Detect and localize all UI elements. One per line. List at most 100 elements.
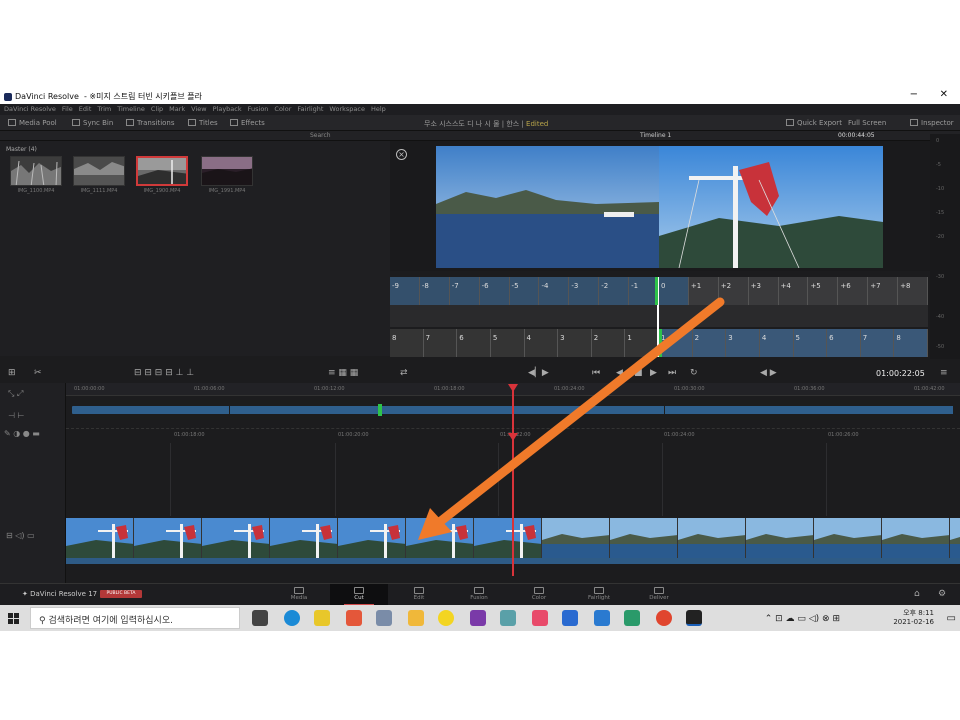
beta-badge: PUBLIC BETA bbox=[100, 590, 142, 598]
file-explorer-icon[interactable] bbox=[408, 610, 424, 626]
search-field[interactable]: Search bbox=[310, 132, 331, 139]
app-icon[interactable] bbox=[532, 610, 548, 626]
page-deliver-tab[interactable]: Deliver bbox=[630, 584, 688, 606]
overview-clip[interactable] bbox=[665, 406, 954, 414]
menu-fusion[interactable]: Fusion bbox=[248, 105, 269, 114]
minimize-button[interactable]: − bbox=[910, 89, 918, 100]
page-fairlight-tab[interactable]: Fairlight bbox=[570, 584, 628, 606]
page-fusion-tab[interactable]: Fusion bbox=[450, 584, 508, 606]
source-tape-cell: -5 bbox=[509, 277, 540, 305]
edit-tools-icon[interactable]: ⊟ ⊟ ⊟ ⊟ ⊥ ⊥ bbox=[134, 368, 194, 378]
timeline-selector[interactable]: Timeline 1 bbox=[640, 132, 671, 139]
page-color-tab[interactable]: Color bbox=[510, 584, 568, 606]
transitions-button[interactable]: Transitions bbox=[126, 119, 175, 127]
inspector-button[interactable]: Inspector bbox=[910, 119, 954, 127]
export-icon bbox=[786, 119, 794, 126]
clip-thumbnail[interactable] bbox=[201, 156, 253, 186]
effects-button[interactable]: Effects bbox=[230, 119, 265, 127]
menu-color[interactable]: Color bbox=[274, 105, 291, 114]
track-tools-icon[interactable]: ⤡ ⤢ bbox=[8, 389, 23, 399]
loop-icon[interactable]: ↻ bbox=[690, 368, 698, 378]
sticky-notes-icon[interactable] bbox=[314, 610, 330, 626]
meter-label: -30 bbox=[936, 274, 945, 280]
page-media-tab[interactable]: Media bbox=[270, 584, 328, 606]
play-icon[interactable]: ▶ bbox=[650, 368, 657, 378]
app-icon[interactable] bbox=[562, 610, 578, 626]
menu-edit[interactable]: Edit bbox=[79, 105, 92, 114]
calendar-icon[interactable] bbox=[594, 610, 610, 626]
in-marker bbox=[655, 277, 658, 305]
task-view-icon[interactable] bbox=[252, 610, 268, 626]
stop-icon[interactable]: ■ bbox=[634, 368, 643, 378]
page-edit-tab[interactable]: Edit bbox=[390, 584, 448, 606]
overview-clip[interactable] bbox=[72, 406, 230, 414]
master-bin-label[interactable]: Master (4) bbox=[6, 146, 37, 153]
track-insert-icon[interactable]: ⊣ ⊢ bbox=[8, 411, 24, 420]
titles-button[interactable]: Titles bbox=[188, 119, 218, 127]
snap-icon[interactable]: ⊞ bbox=[8, 368, 16, 378]
menu-view[interactable]: View bbox=[191, 105, 206, 114]
timeline-playhead[interactable] bbox=[512, 386, 514, 576]
grid-line bbox=[662, 443, 663, 516]
track-frame-thumbnail bbox=[610, 518, 678, 558]
close-icon[interactable]: × bbox=[396, 149, 407, 160]
app-icon[interactable] bbox=[346, 610, 362, 626]
media-pool-icon bbox=[8, 119, 16, 126]
media-pool-button[interactable]: Media Pool bbox=[8, 119, 57, 127]
clip-thumbnail-selected[interactable] bbox=[136, 156, 188, 186]
sync-bin-button[interactable]: Sync Bin bbox=[72, 119, 113, 127]
tray-icons[interactable]: ⌃ ⊡ ☁ ▭ ◁) ⊗ ⊞ bbox=[765, 614, 840, 624]
search-icon: ⚲ bbox=[39, 616, 46, 626]
prev-clip-icon[interactable]: ◀▏▶ bbox=[528, 368, 549, 378]
next-frame-icon[interactable]: ◀ ▶ bbox=[760, 368, 777, 378]
menu-help[interactable]: Help bbox=[371, 105, 386, 114]
menu-timeline[interactable]: Timeline bbox=[117, 105, 145, 114]
close-button[interactable]: ✕ bbox=[940, 89, 948, 100]
razor-icon[interactable]: ✂ bbox=[34, 368, 42, 378]
menu-icon[interactable]: ≡ bbox=[940, 368, 948, 378]
edge-browser-icon[interactable] bbox=[284, 610, 300, 626]
overview-clip[interactable] bbox=[230, 406, 665, 414]
reverse-icon[interactable]: ◀ bbox=[616, 368, 623, 378]
full-screen-button[interactable]: Full Screen bbox=[848, 119, 886, 127]
grid-line bbox=[498, 443, 499, 516]
onenote-icon[interactable] bbox=[470, 610, 486, 626]
menu-file[interactable]: File bbox=[62, 105, 73, 114]
clip-thumbnail[interactable] bbox=[73, 156, 125, 186]
menu-clip[interactable]: Clip bbox=[151, 105, 163, 114]
chrome-browser-icon[interactable] bbox=[656, 610, 672, 626]
clock[interactable]: 오후 8:11 2021-02-16 bbox=[884, 608, 934, 626]
ruler-tick-label: 01:00:12:00 bbox=[314, 386, 345, 392]
sync-bin-icon bbox=[72, 119, 80, 126]
swap-icon[interactable]: ⇄ bbox=[400, 368, 408, 378]
davinci-resolve-taskbar-icon[interactable] bbox=[686, 610, 702, 626]
skip-back-icon[interactable]: ⏮ bbox=[592, 368, 600, 378]
home-icon[interactable]: ⌂ bbox=[914, 589, 920, 599]
ruler-tick-label: 01:00:24:00 bbox=[664, 432, 695, 438]
windows-start-icon[interactable] bbox=[8, 613, 19, 624]
menu-fairlight[interactable]: Fairlight bbox=[297, 105, 323, 114]
track-audio-icon[interactable]: ⊟ ◁) ▭ bbox=[6, 531, 35, 540]
menu-trim[interactable]: Trim bbox=[97, 105, 111, 114]
source-tape-strip[interactable]: -9 -8 -7 -6 -5 -4 -3 -2 -1 0 +1 +2 +3 +4 +5 +6 +7 +8 bbox=[390, 277, 928, 305]
paint-icon[interactable] bbox=[376, 610, 392, 626]
menu-workspace[interactable]: Workspace bbox=[329, 105, 365, 114]
notifications-icon[interactable]: ▭ bbox=[947, 613, 956, 624]
taskbar-search-input[interactable]: ⚲ 검색하려면 여기에 입력하십시오. bbox=[30, 607, 240, 629]
menu-davinci[interactable]: DaVinci Resolve bbox=[4, 105, 56, 114]
skip-forward-icon[interactable]: ⏭ bbox=[668, 368, 676, 378]
page-cut-tab[interactable]: Cut bbox=[330, 584, 388, 606]
quick-export-button[interactable]: Quick Export bbox=[786, 119, 842, 127]
source-tape-cell: +7 bbox=[868, 277, 899, 305]
menu-mark[interactable]: Mark bbox=[169, 105, 185, 114]
settings-gear-icon[interactable]: ⚙ bbox=[938, 589, 946, 599]
track-lock-icon[interactable]: ✎ ◑ ● ▬ bbox=[4, 429, 40, 438]
menu-playback[interactable]: Playback bbox=[213, 105, 242, 114]
kakaotalk-icon[interactable] bbox=[438, 610, 454, 626]
app-icon[interactable] bbox=[500, 610, 516, 626]
app-icon[interactable] bbox=[624, 610, 640, 626]
clip-thumbnail[interactable] bbox=[10, 156, 62, 186]
source-tape-cell: +3 bbox=[748, 277, 779, 305]
trim-cell: 2 bbox=[692, 329, 727, 357]
overwrite-tools-icon[interactable]: ≡ ▦ ▦ bbox=[328, 368, 358, 378]
